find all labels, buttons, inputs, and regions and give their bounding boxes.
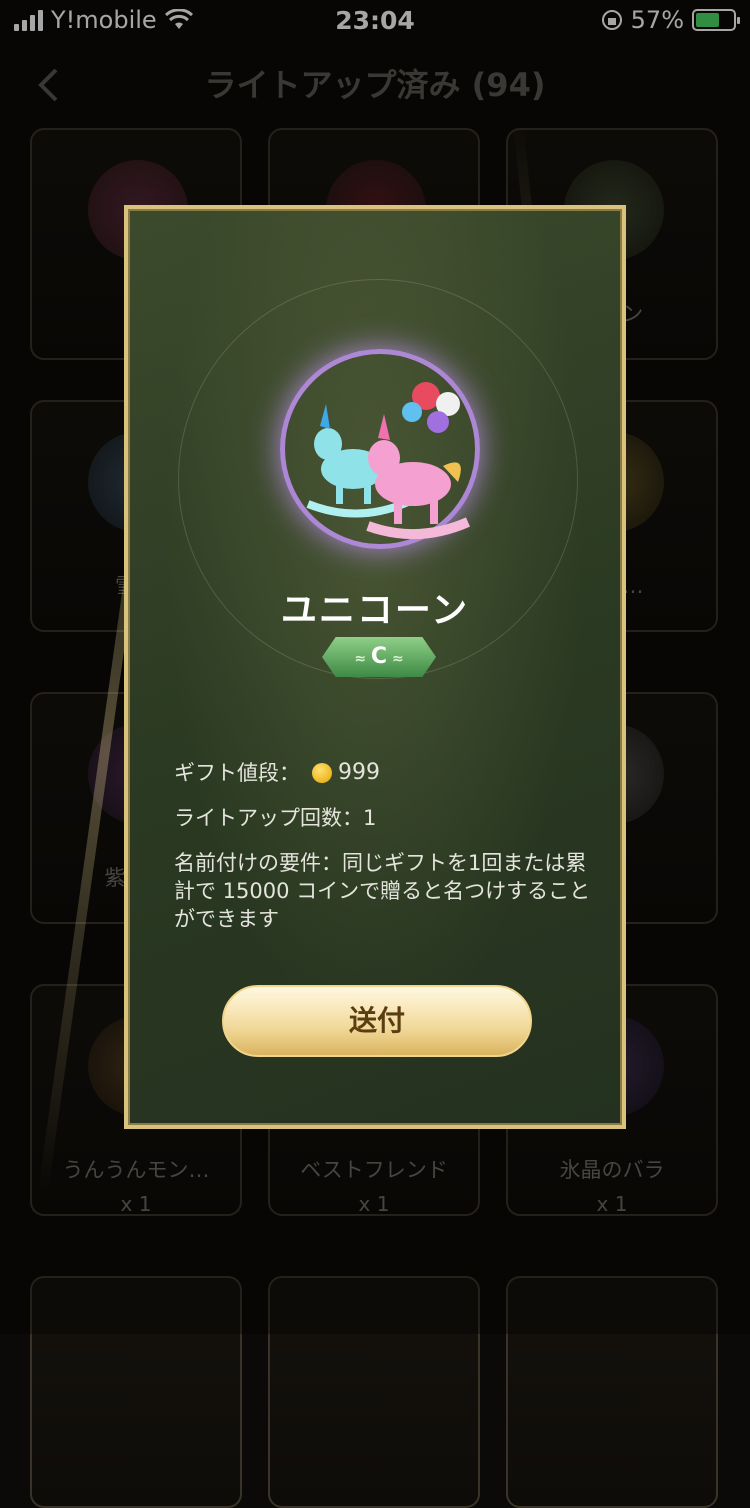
price-label: ギフト値段：: [174, 761, 300, 785]
coin-icon: [312, 763, 332, 783]
wing-left-icon: ≈: [354, 651, 371, 667]
gift-detail-modal: ユニコーン ≈ C ≈ ギフト値段： 999 ライトアップ回数：1 名前付けの要…: [124, 205, 626, 1129]
price-row: ギフト値段： 999: [174, 759, 594, 787]
unicorn-gift-icon: [306, 382, 471, 540]
naming-requirement: 名前付けの要件：同じギフトを1回または累計で 15000 コインで贈ると名つけす…: [174, 851, 591, 931]
send-button[interactable]: 送付: [222, 985, 532, 1057]
price-value: 999: [338, 760, 380, 785]
wing-right-icon: ≈: [387, 651, 404, 667]
gift-name: ユニコーン: [280, 590, 470, 631]
rank-badge: ≈ C ≈: [322, 637, 436, 677]
lightup-count: ライトアップ回数：1: [174, 806, 377, 830]
gift-info: ギフト値段： 999 ライトアップ回数：1 名前付けの要件：同じギフトを1回また…: [174, 759, 594, 950]
